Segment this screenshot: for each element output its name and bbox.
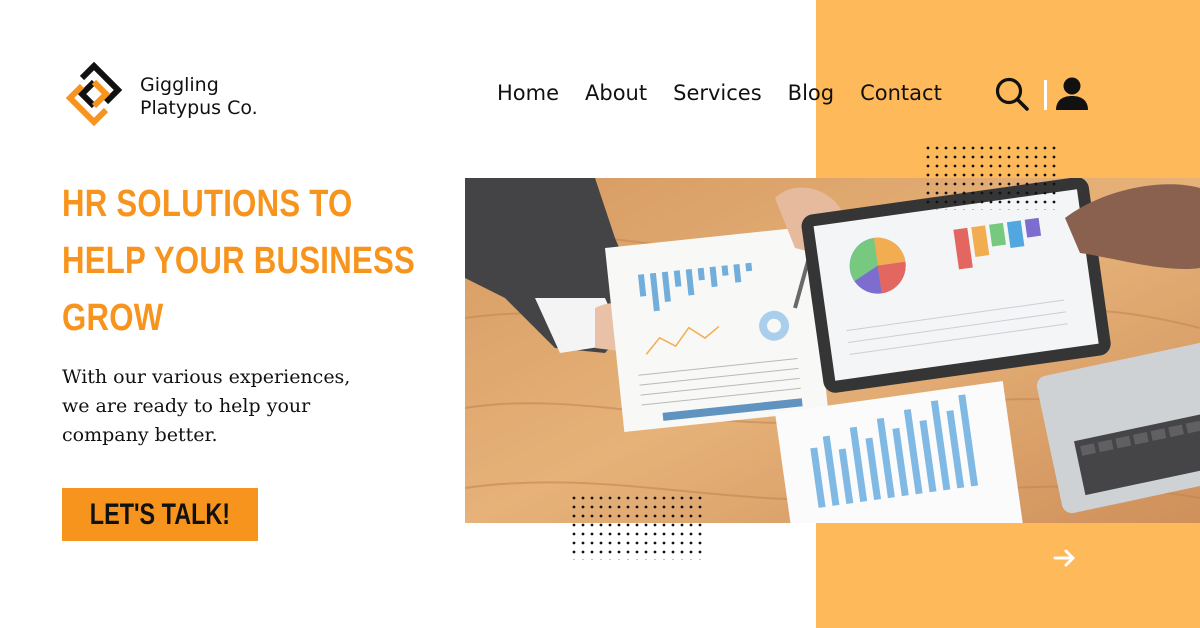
nav-blog[interactable]: Blog: [788, 81, 834, 105]
nav-contact[interactable]: Contact: [860, 81, 942, 105]
lets-talk-button[interactable]: LET'S TALK!: [62, 488, 258, 541]
arrow-right-icon[interactable]: [1052, 546, 1078, 570]
description-line-1: With our various experiences,: [62, 366, 351, 388]
brand-name: Giggling Platypus Co.: [140, 74, 258, 120]
headline-line-2: HELP YOUR BUSINESS: [62, 240, 416, 282]
dot-pattern-bottom: [572, 496, 702, 560]
description-line-3: company better.: [62, 424, 218, 446]
brand-name-line2: Platypus Co.: [140, 97, 258, 119]
brand-logo-icon[interactable]: [62, 61, 126, 127]
dot-pattern-top: [926, 146, 1056, 210]
nav-divider: [1044, 80, 1047, 110]
main-nav: Home About Services Blog Contact: [497, 81, 942, 105]
nav-services[interactable]: Services: [673, 81, 762, 105]
headline-line-3: GROW: [62, 297, 164, 339]
nav-home[interactable]: Home: [497, 81, 559, 105]
business-charts-photo: [465, 178, 1200, 523]
brand-name-line1: Giggling: [140, 74, 219, 96]
headline-line-1: HR SOLUTIONS TO: [62, 183, 353, 225]
nav-about[interactable]: About: [585, 81, 647, 105]
hero-headline: HR SOLUTIONS TO HELP YOUR BUSINESS GROW: [62, 176, 416, 347]
search-icon[interactable]: [994, 76, 1030, 112]
hero-description: With our various experiences, we are rea…: [62, 363, 362, 450]
user-icon[interactable]: [1054, 76, 1090, 112]
description-line-2: we are ready to help your: [62, 395, 311, 417]
lets-talk-label: LET'S TALK!: [89, 497, 231, 531]
